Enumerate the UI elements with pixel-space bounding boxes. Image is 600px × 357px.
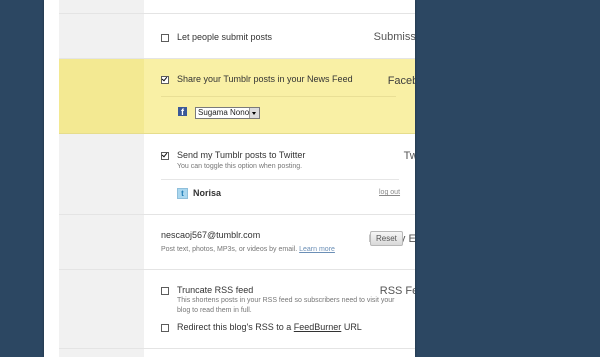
settings-row-facebook: Facebook Share your Tumblr posts in your…	[59, 59, 415, 134]
facebook-icon: f	[178, 107, 187, 117]
label-column	[59, 59, 144, 133]
twitter-logout-link[interactable]: log out	[379, 189, 400, 196]
twitter-label: Twitter	[403, 150, 415, 162]
settings-row-bottom	[59, 349, 415, 357]
rss-truncate-label[interactable]: Truncate RSS feed	[177, 285, 253, 295]
facebook-label: Facebook	[387, 75, 415, 87]
post-by-email-address: nescaoj567@tumblr.com	[161, 230, 261, 240]
twitter-send-label[interactable]: Send my Tumblr posts to Twitter	[177, 150, 305, 160]
label-column	[59, 349, 144, 357]
post-by-email-hint-line: Post text, photos, MP3s, or videos by em…	[161, 244, 335, 255]
divider	[161, 179, 399, 180]
label-column	[59, 14, 144, 58]
divider	[161, 96, 396, 97]
post-by-email-hint: Post text, photos, MP3s, or videos by em…	[161, 246, 298, 253]
twitter-icon: t	[177, 188, 188, 199]
reset-button[interactable]: Reset	[370, 231, 403, 246]
settings-row-twitter: Twitter Send my Tumblr posts to Twitter …	[59, 134, 415, 215]
twitter-account-name: Norisa	[193, 188, 222, 198]
rss-redirect-label[interactable]: Redirect this blog's RSS to a FeedBurner…	[177, 322, 362, 332]
submissions-checkbox[interactable]	[161, 34, 169, 42]
label-column	[59, 0, 144, 13]
chevron-down-icon[interactable]	[249, 108, 259, 118]
rss-truncate-checkbox[interactable]	[161, 287, 169, 295]
facebook-share-label[interactable]: Share your Tumblr posts in your News Fee…	[177, 74, 353, 84]
label-column	[59, 270, 144, 348]
settings-panel: Submissions Let people submit posts Face…	[44, 0, 415, 357]
facebook-account-value: Sugama Nono	[198, 108, 250, 117]
rss-truncate-hint-line2: blog to read them in full.	[177, 307, 252, 314]
settings-row-rss-feeds: RSS Feeds Truncate RSS feed This shorten…	[59, 270, 415, 349]
rss-redirect-checkbox[interactable]	[161, 324, 169, 332]
feedburner-link[interactable]: FeedBurner	[294, 322, 342, 332]
twitter-send-checkbox[interactable]	[161, 152, 169, 160]
settings-row-post-by-email: Post by Email nescaoj567@tumblr.com Rese…	[59, 215, 415, 270]
rss-redirect-suffix: URL	[341, 322, 362, 332]
facebook-account-select[interactable]: Sugama Nono	[195, 107, 260, 119]
submissions-option-label[interactable]: Let people submit posts	[177, 32, 272, 42]
label-column	[59, 215, 144, 269]
submissions-label: Submissions	[373, 31, 415, 43]
twitter-hint: You can toggle this option when posting.	[177, 163, 303, 170]
settings-row-top	[59, 0, 415, 14]
settings-row-submissions: Submissions Let people submit posts	[59, 14, 415, 59]
rss-redirect-prefix: Redirect this blog's RSS to a	[177, 322, 294, 332]
label-column	[59, 134, 144, 214]
learn-more-link[interactable]: Learn more	[299, 246, 335, 253]
facebook-share-checkbox[interactable]	[161, 76, 169, 84]
